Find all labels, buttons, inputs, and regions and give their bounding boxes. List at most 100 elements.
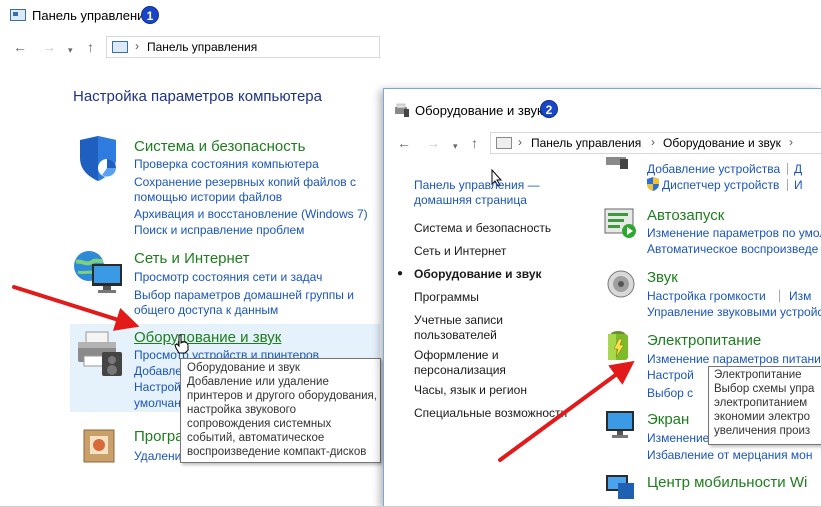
navigation-bar: ← → ▾ ↑ › Панель управления <box>0 36 380 60</box>
autoplay-icon[interactable] <box>604 207 638 244</box>
link-autoplay-defaults[interactable]: Изменение параметров по умолча <box>647 226 822 240</box>
tooltip-line: сопровождения системных <box>187 418 332 430</box>
link-check-computer-status[interactable]: Проверка состояния компьютера <box>134 157 319 171</box>
forward-arrow-icon[interactable]: → <box>426 134 440 152</box>
tooltip-hardware-sound: Оборудование и звук Добавление или удале… <box>180 358 381 463</box>
tooltip-line: принтеров и другого оборудования, <box>187 390 377 402</box>
tooltip-line: воспроизведение компакт-дисков <box>187 446 367 458</box>
link-uninstall-cut[interactable]: Удалени <box>134 449 181 463</box>
hardware-sound-title-icon <box>394 103 410 117</box>
nav-user-accounts-cont[interactable]: пользователей <box>414 328 497 342</box>
address-bar[interactable]: › Панель управления › Оборудование и зву… <box>490 132 822 154</box>
category-title-hardware-sound[interactable]: Оборудование и звук <box>134 329 281 346</box>
mobility-icon[interactable] <box>604 471 636 506</box>
control-panel-home-link[interactable]: Панель управления — <box>414 178 540 192</box>
breadcrumb-control-panel[interactable]: Панель управления <box>147 40 257 54</box>
section-title-autoplay[interactable]: Автозапуск <box>647 207 724 224</box>
nav-appearance-cont[interactable]: персонализация <box>414 363 506 377</box>
up-arrow-icon[interactable]: ↑ <box>471 134 478 152</box>
section-title-display[interactable]: Экран <box>647 411 689 428</box>
nav-programs[interactable]: Программы <box>414 290 479 304</box>
nav-hardware-sound[interactable]: Оборудование и звук <box>414 267 542 281</box>
nav-clock-language[interactable]: Часы, язык и регион <box>414 383 527 397</box>
link-display-flicker[interactable]: Избавление от мерцания мон <box>647 448 812 462</box>
control-panel-home-link-cont[interactable]: домашняя страница <box>414 193 527 207</box>
breadcrumb-control-panel[interactable]: Панель управления <box>531 136 641 150</box>
link-add-device[interactable]: Добавление устройства <box>647 162 780 176</box>
network-icon[interactable] <box>72 250 124 299</box>
link-homegroup-options[interactable]: Выбор параметров домашней группы и <box>134 288 354 302</box>
category-title-programs[interactable]: Програ <box>134 428 184 445</box>
link-adjust-volume[interactable]: Настройка громкости <box>647 289 766 303</box>
breadcrumb-separator-icon[interactable]: › <box>135 39 139 53</box>
link-file-history-backup-cont[interactable]: помощью истории файлов <box>134 190 282 204</box>
forward-arrow-icon[interactable]: → <box>42 38 56 56</box>
breadcrumb-separator-icon[interactable]: › <box>518 135 522 149</box>
window-title: Оборудование и звук <box>415 103 543 118</box>
breadcrumb-hardware-sound[interactable]: Оборудование и звук <box>663 136 781 150</box>
control-panel-icon <box>112 41 128 53</box>
active-bullet-icon: ● <box>397 268 404 279</box>
uac-shield-icon <box>646 177 660 196</box>
link-cut[interactable]: И <box>794 178 803 192</box>
battery-icon[interactable] <box>604 329 634 370</box>
printer-icon[interactable] <box>76 330 126 383</box>
nav-network-internet[interactable]: Сеть и Интернет <box>414 244 506 258</box>
up-arrow-icon[interactable]: ↑ <box>87 38 94 56</box>
link-backup-restore-win7[interactable]: Архивация и восстановление (Windows 7) <box>134 207 368 221</box>
section-title-power[interactable]: Электропитание <box>647 332 761 349</box>
nav-user-accounts[interactable]: Учетные записи <box>414 313 503 327</box>
page-heading: Настройка параметров компьютера <box>73 88 322 105</box>
back-arrow-icon[interactable]: ← <box>13 38 27 56</box>
recent-locations-chevron-icon[interactable]: ▾ <box>68 41 73 59</box>
link-separator <box>779 290 780 302</box>
link-defaults-cut[interactable]: умолчан <box>134 396 181 410</box>
control-panel-icon <box>10 9 26 21</box>
link-power-choose-cut[interactable]: Выбор с <box>647 386 693 400</box>
link-add-device-cut[interactable]: Добавле <box>134 364 182 378</box>
link-change-power-settings[interactable]: Изменение параметров питани <box>647 352 821 366</box>
tooltip-power: Электропитание Выбор схемы упра электроп… <box>708 366 822 445</box>
tooltip-line: увеличения произ <box>714 425 811 437</box>
link-file-history-backup[interactable]: Сохранение резервных копий файлов с <box>134 175 356 189</box>
hardware-sound-small-icon <box>496 137 512 149</box>
tooltip-line: электропитанием <box>714 397 808 409</box>
link-display-change[interactable]: Изменение <box>647 431 709 445</box>
link-troubleshoot[interactable]: Поиск и исправление проблем <box>134 223 304 237</box>
tooltip-line: Добавление или удаление <box>187 376 329 388</box>
link-sound-cut[interactable]: Изм <box>789 289 811 303</box>
category-title-network-internet[interactable]: Сеть и Интернет <box>134 250 250 267</box>
hardware-sound-window: Оборудование и звук 2 ← → ▾ ↑ › Панель у… <box>383 88 822 507</box>
navigation-bar: ← → ▾ ↑ › Панель управления › Оборудован… <box>384 132 822 156</box>
link-autoplay-cd[interactable]: Автоматическое воспроизведе <box>647 242 818 256</box>
tooltip-line: Оборудование и звук <box>187 362 300 374</box>
window-title: Панель управления <box>32 8 152 23</box>
step-badge-1: 1 <box>141 6 159 24</box>
tooltip-line: событий, автоматическое <box>187 432 325 444</box>
section-title-mobility[interactable]: Центр мобильности Wi <box>647 474 807 491</box>
nav-appearance[interactable]: Оформление и <box>414 348 499 362</box>
breadcrumb-separator-icon[interactable]: › <box>651 135 655 149</box>
speaker-icon[interactable] <box>606 269 636 304</box>
link-configure-cut[interactable]: Настрой <box>134 380 181 394</box>
monitor-icon[interactable] <box>604 409 636 444</box>
back-arrow-icon[interactable]: ← <box>397 134 411 152</box>
nav-accessibility[interactable]: Специальные возможности <box>414 406 567 420</box>
devices-printers-icon[interactable] <box>604 157 634 176</box>
section-title-sound[interactable]: Звук <box>647 269 678 286</box>
link-power-configure-cut[interactable]: Настрой <box>647 368 694 382</box>
link-device-manager[interactable]: Диспетчер устройств <box>662 178 779 192</box>
shield-icon[interactable] <box>74 136 122 187</box>
address-bar[interactable]: › Панель управления <box>106 36 380 58</box>
link-separator <box>787 179 788 191</box>
tooltip-line: настройка звукового <box>187 404 297 416</box>
link-manage-audio-devices[interactable]: Управление звуковыми устройств <box>647 305 822 319</box>
link-homegroup-options-cont[interactable]: общего доступа к данным <box>134 303 278 317</box>
category-title-system-security[interactable]: Система и безопасность <box>134 138 305 155</box>
link-network-status[interactable]: Просмотр состояния сети и задач <box>134 270 322 284</box>
link-cut[interactable]: Д <box>794 162 802 176</box>
recent-locations-chevron-icon[interactable]: ▾ <box>453 137 458 155</box>
programs-icon[interactable] <box>80 426 120 471</box>
nav-system-security[interactable]: Система и безопасность <box>414 221 551 235</box>
breadcrumb-separator-icon[interactable]: › <box>789 135 793 149</box>
